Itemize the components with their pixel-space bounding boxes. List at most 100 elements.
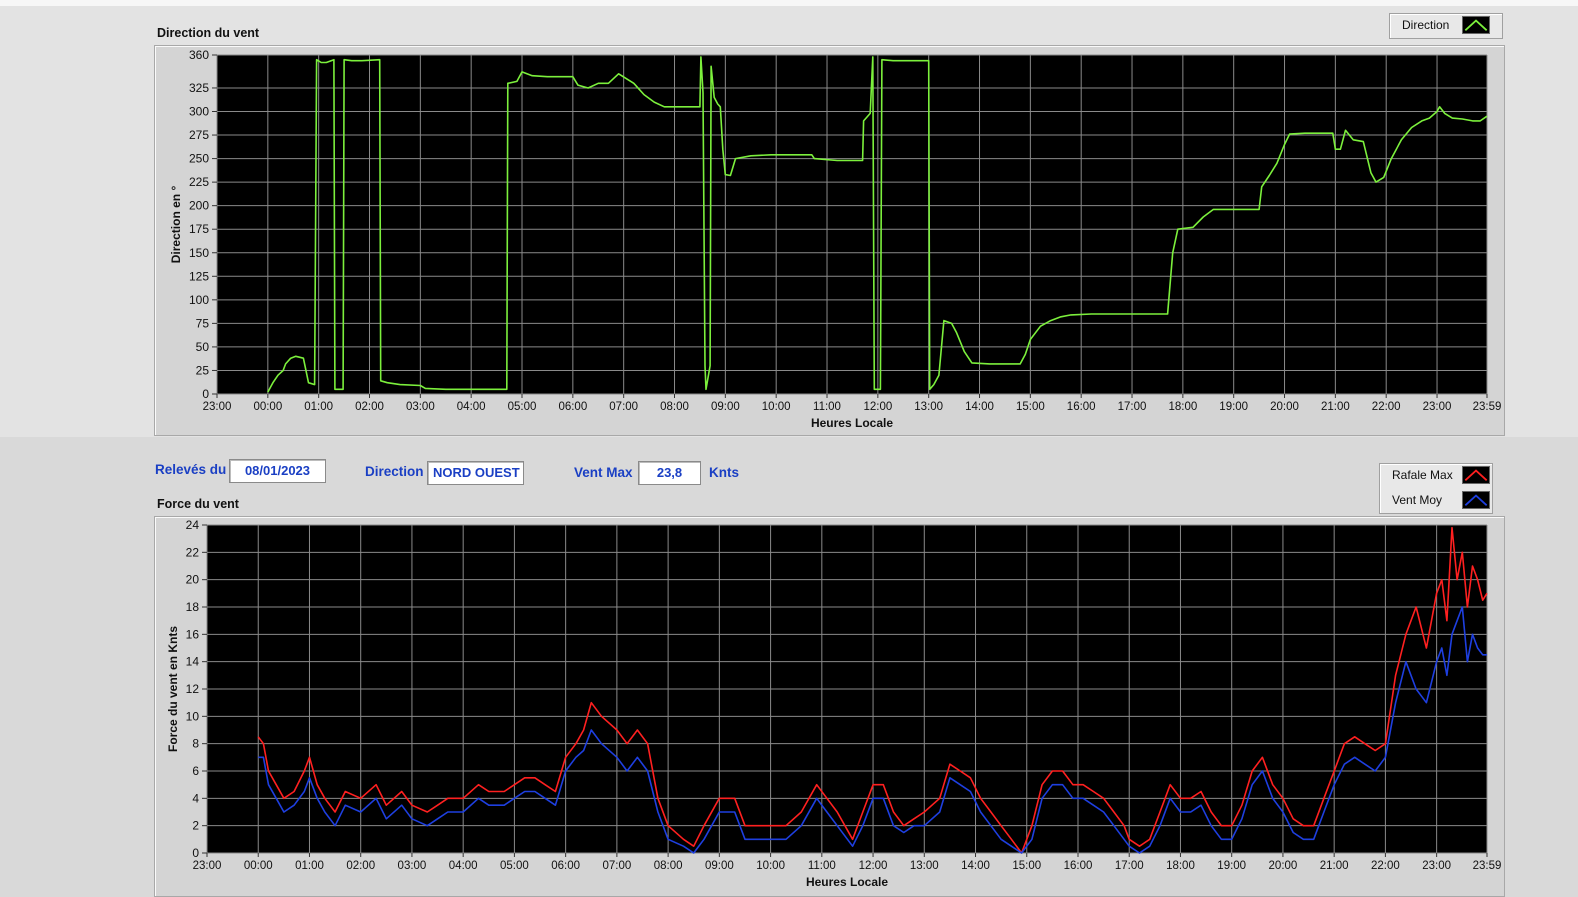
x-tick-label: 23:59 [1473, 860, 1502, 872]
x-tick-label: 01:00 [304, 401, 333, 413]
y-tick-label: 200 [189, 199, 209, 213]
x-tick-label: 23:00 [203, 401, 232, 413]
force-x-axis-label: Heures Locale [806, 875, 888, 889]
x-tick-label: 17:00 [1115, 860, 1144, 872]
legend-swatch-direction-icon [1462, 16, 1490, 34]
x-tick-label: 18:00 [1168, 401, 1197, 413]
x-tick-label: 02:00 [346, 860, 375, 872]
direction-legend[interactable]: Direction [1389, 13, 1503, 39]
direction-y-axis-label: Direction en ° [169, 186, 183, 264]
y-tick-label: 16 [186, 627, 200, 641]
x-tick-label: 03:00 [406, 401, 435, 413]
x-tick-label: 13:00 [914, 401, 943, 413]
x-tick-label: 07:00 [609, 401, 638, 413]
y-tick-label: 14 [186, 655, 200, 669]
x-tick-label: 15:00 [1012, 860, 1041, 872]
y-tick-label: 75 [196, 316, 210, 330]
x-tick-label: 21:00 [1321, 401, 1350, 413]
unit-label: Knts [709, 465, 739, 480]
legend-swatch-rafale-max-icon [1462, 466, 1490, 484]
x-tick-label: 19:00 [1219, 401, 1248, 413]
direction-section-title: Direction du vent [157, 26, 260, 40]
legend-item-direction[interactable]: Direction [1390, 14, 1502, 38]
x-tick-label: 07:00 [602, 860, 631, 872]
force-y-axis-label: Force du vent en Knts [166, 626, 180, 752]
x-tick-label: 11:00 [813, 401, 841, 413]
x-tick-label: 00:00 [253, 401, 282, 413]
x-tick-label: 13:00 [910, 860, 939, 872]
x-tick-label: 14:00 [965, 401, 994, 413]
x-tick-label: 20:00 [1270, 401, 1299, 413]
x-tick-label: 21:00 [1320, 860, 1349, 872]
x-tick-label: 06:00 [558, 401, 587, 413]
x-tick-label: 09:00 [711, 401, 740, 413]
releves-label: Relevés du [155, 462, 227, 477]
direction-chart[interactable]: 0 25 50 75 100 125 150 175 200 225 250 275 300 325 360… [154, 45, 1505, 436]
x-tick-label: 14:00 [961, 860, 990, 872]
x-tick-label: 11:00 [808, 860, 836, 872]
x-tick-label: 18:00 [1166, 860, 1195, 872]
y-tick-label: 24 [186, 518, 200, 532]
x-tick-label: 23:00 [1423, 401, 1452, 413]
force-y-ticks: 024681012141618202224 [186, 518, 207, 860]
y-tick-label: 225 [189, 175, 209, 189]
y-tick-label: 4 [192, 791, 199, 805]
y-tick-label: 125 [189, 269, 209, 283]
x-tick-label: 00:00 [244, 860, 273, 872]
y-tick-label: 0 [202, 387, 209, 401]
y-tick-label: 100 [189, 293, 209, 307]
x-tick-label: 22:00 [1372, 401, 1401, 413]
y-tick-label: 25 [196, 363, 210, 377]
force-chart[interactable]: 024681012141618202224 23:00 00:00 01:00 02:… [154, 516, 1505, 897]
x-tick-label: 12:00 [859, 860, 888, 872]
x-tick-label: 03:00 [398, 860, 427, 872]
y-tick-label: 0 [192, 846, 199, 860]
vent-max-field[interactable]: 23,8 [638, 461, 701, 485]
y-tick-label: 2 [192, 819, 199, 833]
y-tick-label: 6 [192, 764, 199, 778]
x-tick-label: 06:00 [551, 860, 580, 872]
x-tick-label: 10:00 [762, 401, 791, 413]
legend-label-rafale-max: Rafale Max [1392, 468, 1453, 482]
direction-field[interactable]: NORD OUEST [427, 461, 524, 485]
y-tick-label: 20 [186, 573, 200, 587]
legend-item-rafale-max[interactable]: Rafale Max [1380, 464, 1492, 488]
x-tick-label: 02:00 [355, 401, 384, 413]
x-tick-label: 05:00 [500, 860, 529, 872]
y-tick-label: 360 [189, 48, 209, 62]
x-tick-label: 23:00 [193, 860, 222, 872]
x-tick-label: 08:00 [654, 860, 683, 872]
x-tick-label: 16:00 [1067, 401, 1096, 413]
y-tick-label: 250 [189, 152, 209, 166]
direction-y-ticks: 0 25 50 75 100 125 150 175 200 225 250 275 300 325 360 [189, 48, 217, 401]
y-tick-label: 150 [189, 246, 209, 260]
direction-label: Direction [365, 464, 424, 479]
x-tick-label: 17:00 [1118, 401, 1147, 413]
x-tick-label: 15:00 [1016, 401, 1045, 413]
legend-swatch-vent-moy-icon [1462, 491, 1490, 509]
x-tick-label: 01:00 [295, 860, 324, 872]
x-tick-label: 04:00 [457, 401, 486, 413]
legend-label-direction: Direction [1402, 18, 1450, 32]
x-tick-label: 20:00 [1269, 860, 1298, 872]
legend-label-vent-moy: Vent Moy [1392, 493, 1443, 507]
force-x-ticks: 23:00 00:00 01:00 02:00 03:00 04:00 05:00 06:00… [193, 853, 1502, 872]
y-tick-label: 22 [186, 545, 200, 559]
x-tick-label: 23:00 [1422, 860, 1451, 872]
y-tick-label: 8 [192, 737, 199, 751]
x-tick-label: 09:00 [705, 860, 734, 872]
x-tick-label: 16:00 [1064, 860, 1093, 872]
date-field[interactable]: 08/01/2023 [229, 459, 326, 483]
y-tick-label: 50 [196, 340, 210, 354]
direction-plot-area[interactable] [217, 55, 1487, 394]
x-tick-label: 08:00 [660, 401, 689, 413]
x-tick-label: 05:00 [508, 401, 537, 413]
x-tick-label: 12:00 [863, 401, 892, 413]
force-legend[interactable]: Rafale Max Vent Moy [1379, 463, 1493, 514]
x-tick-label: 23:59 [1473, 401, 1502, 413]
legend-item-vent-moy[interactable]: Vent Moy [1380, 489, 1492, 513]
x-tick-label: 19:00 [1217, 860, 1246, 872]
vent-max-label: Vent Max [574, 465, 633, 480]
y-tick-label: 12 [186, 682, 200, 696]
direction-x-axis-label: Heures Locale [811, 416, 893, 430]
